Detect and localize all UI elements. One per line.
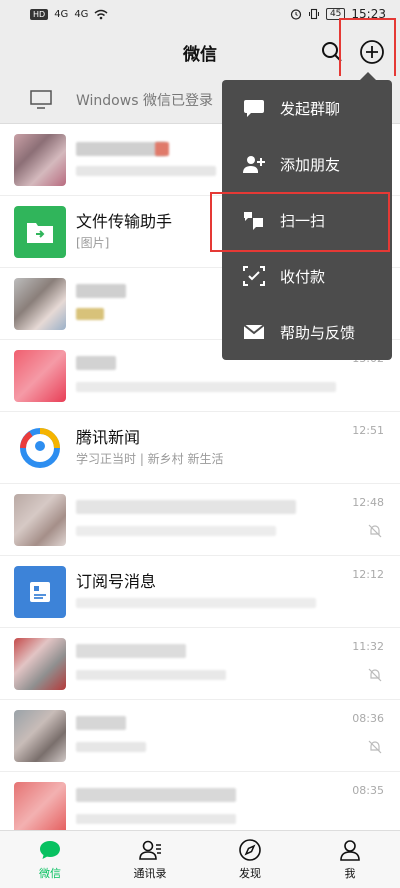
avatar	[14, 422, 66, 474]
blurred-content	[76, 284, 126, 298]
chat-preview: [图片]	[76, 236, 110, 250]
blurred-content	[76, 308, 104, 320]
chat-time: 11:32	[352, 640, 384, 653]
blurred-content	[76, 356, 116, 370]
contacts-icon	[139, 840, 161, 860]
network-indicator-2: 4G	[74, 8, 89, 20]
blurred-content	[76, 670, 226, 680]
chat-time: 12:51	[352, 424, 384, 437]
mute-bell-icon	[368, 524, 382, 538]
blurred-content	[76, 788, 236, 802]
blurred-content	[76, 526, 276, 536]
chat-row[interactable]: 08:35	[0, 772, 400, 830]
monitor-icon	[30, 89, 52, 109]
profile-icon	[340, 840, 360, 861]
blurred-content	[76, 142, 166, 156]
menu-item-help[interactable]: 帮助与反馈	[222, 304, 392, 360]
chat-row[interactable]: 订阅号消息 12:12	[0, 556, 400, 628]
avatar	[14, 278, 66, 330]
compass-icon	[239, 839, 261, 861]
menu-item-add-friend[interactable]: 添加朋友	[222, 136, 392, 192]
network-indicator-1: 4G	[54, 8, 69, 20]
chat-row[interactable]: 11:32	[0, 628, 400, 700]
folder-icon	[27, 223, 53, 243]
mute-bell-icon	[368, 668, 382, 682]
chat-tab-icon	[40, 841, 60, 859]
highlight-box-add	[339, 18, 396, 79]
chat-time: 08:36	[352, 712, 384, 725]
highlight-box-scan	[210, 192, 390, 252]
chat-row[interactable]: 腾讯新闻 学习正当时 | 新乡村 新生活 12:51	[0, 412, 400, 484]
blurred-content	[76, 382, 336, 392]
blurred-content	[76, 166, 216, 176]
menu-item-label: 添加朋友	[280, 155, 341, 174]
tab-chats[interactable]: 微信	[0, 831, 100, 888]
avatar	[14, 350, 66, 402]
tab-label: 发现	[239, 867, 261, 880]
mute-bell-icon	[368, 740, 382, 754]
tab-label: 通讯录	[133, 867, 167, 880]
tab-contacts[interactable]: 通讯录	[100, 831, 200, 888]
chat-preview: 学习正当时 | 新乡村 新生活	[76, 452, 224, 466]
chat-time: 12:48	[352, 496, 384, 509]
chat-name: 订阅号消息	[76, 572, 157, 591]
blurred-content	[76, 500, 296, 514]
mail-icon	[243, 324, 265, 339]
menu-item-label: 发起群聊	[280, 99, 341, 118]
menu-item-pay[interactable]: 收付款	[222, 248, 392, 304]
chat-row[interactable]: 08:36	[0, 700, 400, 772]
avatar	[14, 566, 66, 618]
tab-discover[interactable]: 发现	[200, 831, 300, 888]
menu-item-group-chat[interactable]: 发起群聊	[222, 80, 392, 136]
tab-label: 我	[344, 867, 356, 880]
avatar	[14, 134, 66, 186]
blurred-content	[155, 142, 169, 156]
chat-name: 文件传输助手	[76, 212, 173, 231]
menu-item-label: 收付款	[280, 267, 326, 286]
blurred-content	[76, 742, 146, 752]
status-left: HD 4G 4G	[30, 8, 108, 20]
page-title: 微信	[183, 44, 217, 65]
blurred-content	[76, 644, 186, 658]
tab-label: 微信	[39, 867, 61, 880]
blurred-content	[76, 716, 126, 730]
add-friend-icon	[243, 156, 265, 173]
alarm-icon	[290, 9, 302, 20]
subscription-icon	[30, 582, 50, 602]
windows-login-text: Windows 微信已登录	[76, 92, 213, 109]
chat-row[interactable]: 12:48	[0, 484, 400, 556]
hd-badge: HD	[30, 8, 49, 20]
tencent-news-logo-icon	[20, 428, 60, 468]
blurred-content	[76, 814, 236, 824]
chat-name: 腾讯新闻	[76, 428, 141, 447]
wifi-icon	[94, 9, 108, 19]
chat-time: 12:12	[352, 568, 384, 581]
vibrate-icon	[308, 8, 319, 20]
chat-bubble-icon	[244, 100, 264, 117]
bottom-nav: 微信 通讯录 发现 我	[0, 830, 400, 888]
avatar	[14, 206, 66, 258]
avatar	[14, 494, 66, 546]
pay-icon	[243, 266, 265, 286]
avatar	[14, 638, 66, 690]
avatar	[14, 782, 66, 830]
blurred-content	[76, 598, 316, 608]
tab-me[interactable]: 我	[300, 831, 400, 888]
menu-item-label: 帮助与反馈	[280, 323, 356, 342]
chat-time: 08:35	[352, 784, 384, 797]
avatar	[14, 710, 66, 762]
